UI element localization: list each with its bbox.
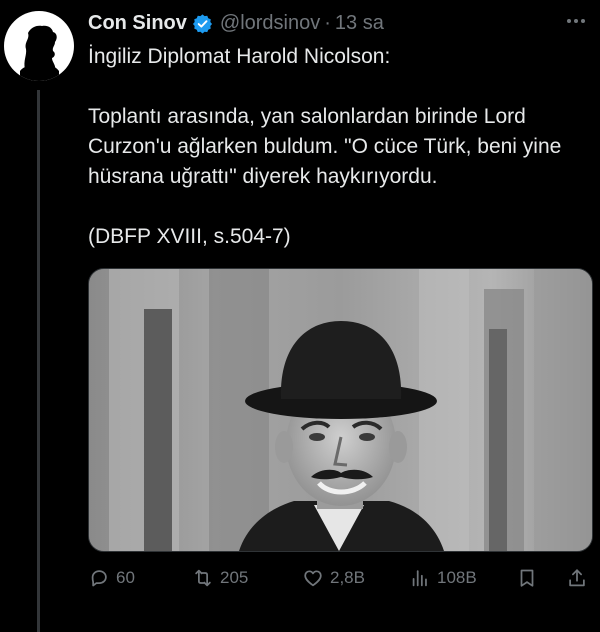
tweet-text-quote: Toplantı arasında, yan salonlardan birin… <box>88 105 562 188</box>
reply-count: 60 <box>116 568 135 587</box>
retweet-icon <box>195 569 211 587</box>
tweet-header: Con Sinov @lordsinov · 13 sa <box>88 11 384 35</box>
like-count: 2,8B <box>330 568 365 587</box>
author-avatar[interactable] <box>4 11 74 81</box>
more-icon[interactable] <box>562 10 590 32</box>
bookmark-icon <box>520 569 534 587</box>
views-icon <box>412 570 427 587</box>
tweet-photo[interactable] <box>88 268 593 552</box>
thread-line <box>37 90 40 632</box>
reply-icon <box>91 570 107 587</box>
views-button[interactable]: 108B <box>409 563 477 593</box>
views-count: 108B <box>437 568 477 587</box>
profile-silhouette-image <box>20 25 59 81</box>
share-button[interactable] <box>566 563 588 593</box>
share-icon <box>569 569 585 587</box>
reply-button[interactable]: 60 <box>88 563 135 593</box>
retweet-button[interactable]: 205 <box>192 563 248 593</box>
tweet-text-source: (DBFP XVIII, s.504-7) <box>88 225 291 248</box>
tweet-text: İngiliz Diplomat Harold Nicolson: Toplan… <box>88 42 593 252</box>
author-handle[interactable]: @lordsinov <box>220 11 320 35</box>
verified-badge-icon <box>192 13 213 34</box>
like-button[interactable]: 2,8B <box>302 563 365 593</box>
retweet-count: 205 <box>220 568 249 587</box>
header-separator: · <box>324 12 331 34</box>
like-icon <box>304 570 322 587</box>
bookmark-button[interactable] <box>516 563 538 593</box>
historical-portrait-photo <box>89 269 592 551</box>
author-name[interactable]: Con Sinov <box>88 11 187 35</box>
tweet-text-intro: İngiliz Diplomat Harold Nicolson: <box>88 45 391 68</box>
tweet-actions: 60 205 2,8B 108B <box>88 563 593 593</box>
tweet-timestamp[interactable]: 13 sa <box>335 11 384 35</box>
